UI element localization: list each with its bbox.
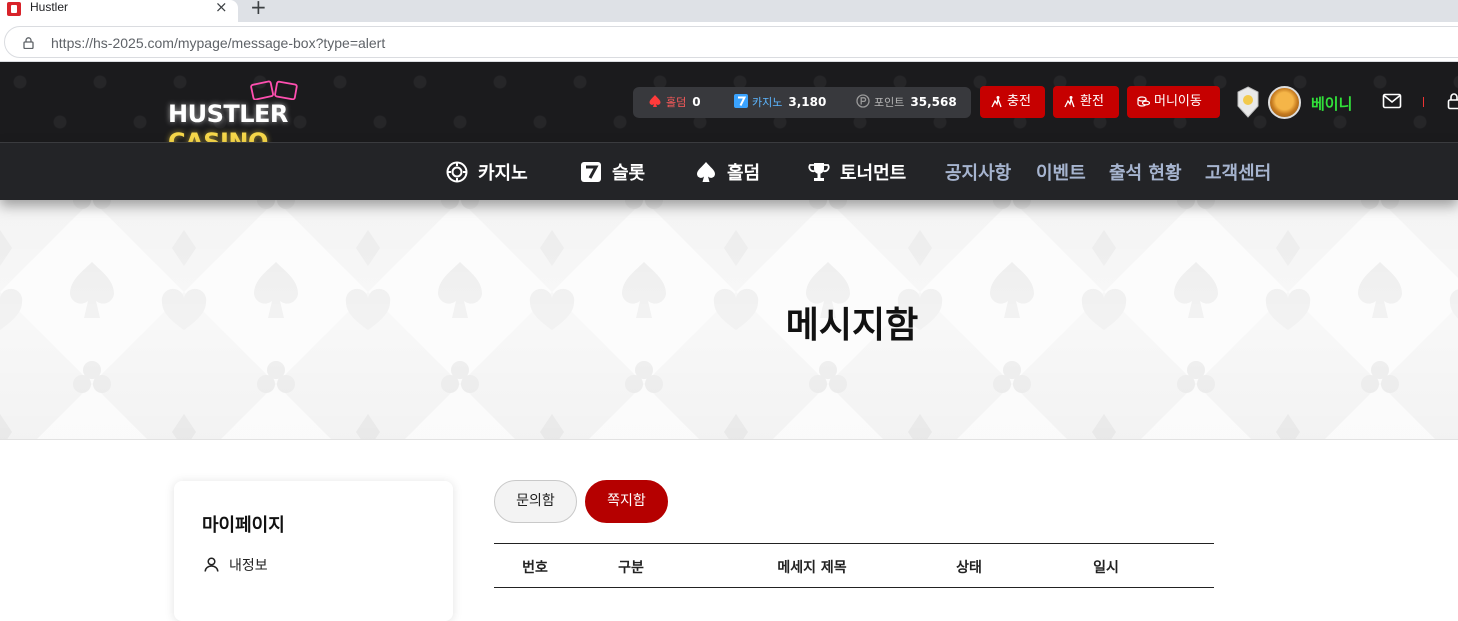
- nav-link-notice[interactable]: 공지사항: [945, 159, 1011, 185]
- nav-item-label: 카지노: [478, 163, 528, 184]
- column-header-status[interactable]: 상태: [956, 557, 982, 577]
- user-icon: [204, 557, 219, 572]
- tab-inquiry[interactable]: 문의함: [494, 480, 577, 523]
- nav-item-slot[interactable]: 슬롯: [580, 159, 645, 185]
- hand-coin-icon: [1063, 95, 1076, 108]
- nav-link-event[interactable]: 이벤트: [1036, 159, 1086, 185]
- mail-icon[interactable]: [1382, 93, 1402, 109]
- url-host: https://hs-2025.com: [51, 35, 174, 51]
- spade-icon: [648, 94, 662, 108]
- money-move-button[interactable]: 머니이동: [1127, 86, 1220, 118]
- balance-casino: 카지노 3,180: [734, 94, 826, 110]
- url-path: /mypage/message-box?type=alert: [174, 35, 385, 51]
- username[interactable]: 베이니: [1311, 93, 1352, 114]
- balance-holdem: 홀덤 0: [648, 94, 701, 110]
- sidebar-item-label: 내정보: [229, 558, 268, 574]
- nav-item-label: 토너먼트: [840, 163, 906, 184]
- nav-link-support[interactable]: 고객센터: [1205, 159, 1271, 185]
- nav-item-label: 슬롯: [612, 163, 645, 184]
- nav-item-tournament[interactable]: 토너먼트: [808, 159, 906, 185]
- nav-item-label: 홀덤: [727, 163, 760, 184]
- coins-icon: [1137, 95, 1150, 108]
- url-text: https://hs-2025.com/mypage/message-box?t…: [51, 35, 385, 51]
- hand-coin-icon: [990, 95, 1003, 108]
- seven-icon: [580, 161, 602, 183]
- balance-label: 포인트: [874, 96, 904, 109]
- sidebar-item-profile[interactable]: 내정보: [204, 555, 268, 575]
- chip-icon: [446, 161, 468, 183]
- hero-banner: 메시지함: [0, 200, 1458, 440]
- favicon-icon: [7, 2, 21, 16]
- charge-button[interactable]: 충전: [980, 86, 1045, 118]
- column-header-title[interactable]: 메세지 제목: [777, 557, 846, 577]
- column-header-category[interactable]: 구분: [618, 557, 644, 577]
- balance-label: 홀덤: [666, 96, 686, 109]
- logo-text-hustler: HUSTLER: [168, 100, 288, 128]
- balance-point: 포인트 35,568: [856, 94, 957, 110]
- tab-message[interactable]: 쪽지함: [585, 480, 668, 523]
- nav-item-holdem[interactable]: 홀덤: [695, 159, 760, 185]
- balance-box: 홀덤 0 카지노 3,180 포인트 35,568: [633, 87, 971, 118]
- cards-logo-icon: [248, 80, 308, 100]
- balance-value: 35,568: [910, 95, 956, 109]
- url-input[interactable]: https://hs-2025.com/mypage/message-box?t…: [4, 26, 1458, 58]
- point-icon: [856, 94, 870, 108]
- page-title: 메시지함: [0, 296, 1458, 348]
- nav-link-attendance[interactable]: 출석 현황: [1109, 159, 1182, 185]
- spade-icon: [695, 161, 717, 183]
- browser-tab-strip: Hustler × +: [0, 0, 1458, 22]
- level-badge-icon[interactable]: [1237, 86, 1259, 118]
- charge-label: 충전: [1007, 94, 1031, 109]
- tab-title: Hustler: [30, 0, 68, 14]
- browser-tab[interactable]: Hustler ×: [0, 0, 238, 22]
- main-nav: 카지노 슬롯 홀덤 토너먼트 공지사항 이벤트 출석 현황 고객센터: [0, 142, 1458, 200]
- sidebar-title: 마이페이지: [202, 511, 285, 537]
- exchange-button[interactable]: 환전: [1053, 86, 1119, 118]
- exchange-label: 환전: [1080, 94, 1104, 109]
- lock-icon[interactable]: [1447, 92, 1458, 110]
- nav-item-casino[interactable]: 카지노: [446, 159, 528, 185]
- address-bar: https://hs-2025.com/mypage/message-box?t…: [0, 22, 1458, 62]
- new-tab-icon[interactable]: +: [250, 0, 267, 19]
- balance-value: 3,180: [788, 95, 826, 109]
- column-header-number[interactable]: 번호: [522, 557, 548, 577]
- close-icon[interactable]: ×: [215, 0, 228, 16]
- trophy-icon: [808, 161, 830, 183]
- message-table-header: 번호 구분 메세지 제목 상태 일시: [494, 543, 1214, 588]
- logo[interactable]: HUSTLER CASINO: [168, 80, 388, 130]
- balance-label: 카지노: [752, 96, 782, 109]
- lock-icon[interactable]: [23, 37, 34, 49]
- mypage-sidebar: 마이페이지 내정보: [174, 481, 453, 621]
- seven-icon: [734, 94, 748, 108]
- balance-value: 0: [692, 95, 700, 109]
- divider: [1423, 97, 1424, 107]
- avatar[interactable]: [1268, 86, 1301, 119]
- money-move-label: 머니이동: [1154, 94, 1202, 109]
- site-header: HUSTLER CASINO 홀덤 0 카지노 3,180 포인트 35,568 충전…: [0, 62, 1458, 142]
- column-header-date[interactable]: 일시: [1093, 557, 1119, 577]
